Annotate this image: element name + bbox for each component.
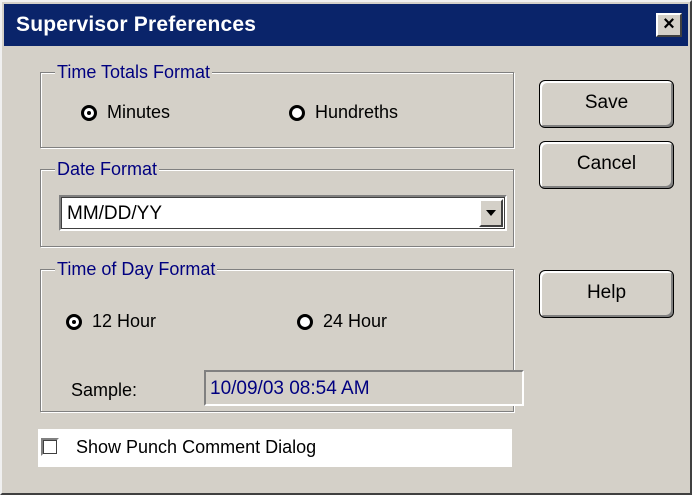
time-of-day-format-legend: Time of Day Format: [55, 257, 218, 281]
sample-label: Sample:: [71, 380, 138, 400]
date-format-select[interactable]: MM/DD/YY: [59, 195, 507, 231]
show-punch-comment-row[interactable]: Show Punch Comment Dialog: [38, 429, 512, 467]
sample-value-field: 10/09/03 08:54 AM: [204, 370, 524, 406]
date-format-legend: Date Format: [55, 157, 160, 181]
time-totals-format-legend: Time Totals Format: [55, 60, 213, 84]
radio-unchecked-icon: [297, 313, 313, 330]
date-format-value: MM/DD/YY: [67, 203, 162, 224]
show-punch-comment-checkbox[interactable]: [41, 438, 59, 456]
help-button[interactable]: Help: [539, 270, 674, 318]
radio-24-hour-label: 24 Hour: [323, 311, 388, 331]
radio-unchecked-icon: [289, 104, 305, 121]
radio-checked-icon: [66, 313, 82, 330]
radio-12-hour-label: 12 Hour: [92, 311, 157, 331]
radio-minutes[interactable]: Minutes: [81, 102, 170, 123]
window-title: Supervisor Preferences: [16, 13, 257, 36]
radio-checked-icon: [81, 104, 97, 121]
time-totals-format-group: Time Totals Format Minutes Hundreths: [40, 60, 514, 148]
show-punch-comment-label: Show Punch Comment Dialog: [76, 437, 317, 457]
radio-12-hour[interactable]: 12 Hour: [66, 311, 156, 332]
radio-hundreths[interactable]: Hundreths: [289, 102, 398, 123]
radio-minutes-label: Minutes: [107, 102, 171, 122]
save-button[interactable]: Save: [539, 80, 674, 128]
title-bar[interactable]: Supervisor Preferences ×: [4, 4, 688, 46]
supervisor-preferences-dialog: Supervisor Preferences × Time Totals For…: [0, 0, 692, 495]
cancel-button[interactable]: Cancel: [539, 141, 674, 189]
date-format-group: Date Format MM/DD/YY: [40, 157, 514, 247]
close-button[interactable]: ×: [656, 13, 682, 37]
time-of-day-format-group: Time of Day Format 12 Hour 24 Hour Sampl…: [40, 257, 524, 412]
dropdown-arrow-icon[interactable]: [479, 199, 503, 227]
close-icon: ×: [663, 13, 675, 35]
radio-hundreths-label: Hundreths: [315, 102, 399, 122]
radio-24-hour[interactable]: 24 Hour: [297, 311, 387, 332]
